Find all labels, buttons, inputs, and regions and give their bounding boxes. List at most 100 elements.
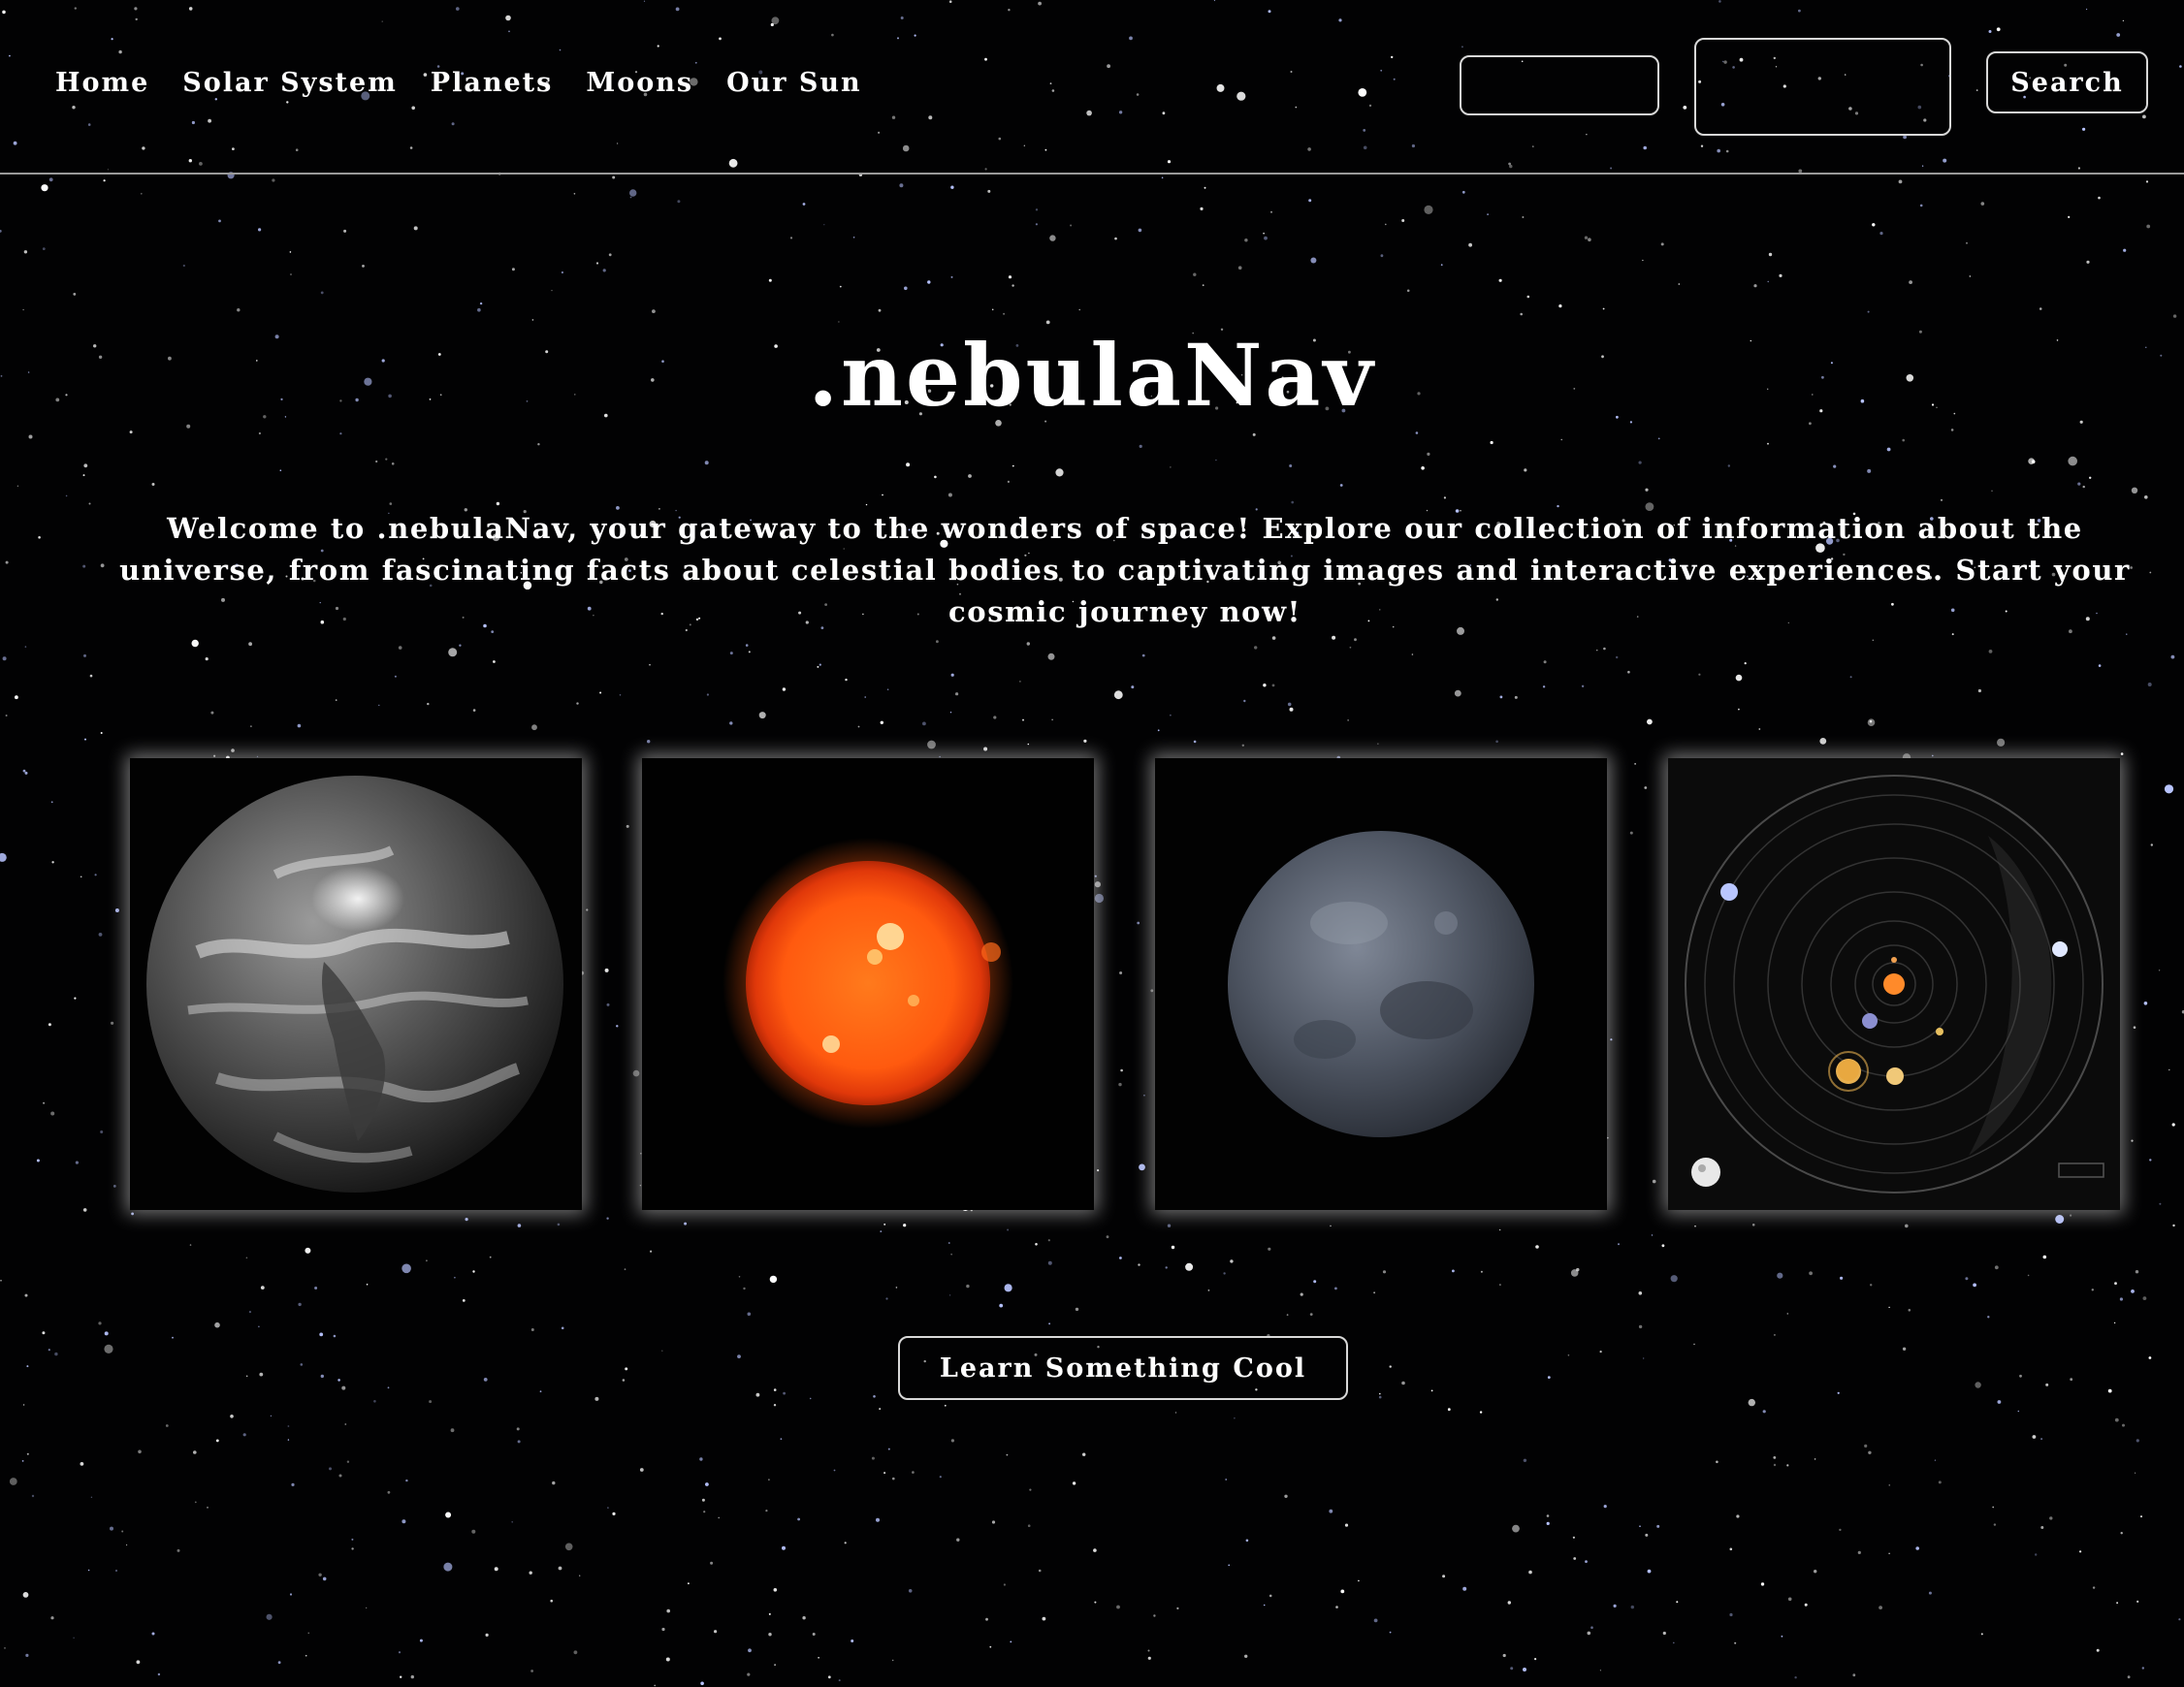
sun-image-card[interactable] (642, 758, 1094, 1210)
star (1833, 464, 1837, 468)
star (594, 1396, 599, 1401)
star (2045, 1383, 2049, 1386)
star (773, 1404, 777, 1407)
star (1234, 1417, 1236, 1419)
learn-something-cool-button[interactable]: Learn Something Cool (898, 1336, 1348, 1400)
star (927, 740, 936, 749)
star (987, 189, 991, 193)
star (738, 1276, 741, 1278)
star (1230, 1259, 1234, 1263)
star (1993, 1523, 1997, 1526)
nav-our-sun[interactable]: Our Sun (726, 68, 862, 98)
star (612, 175, 616, 179)
star (1106, 1235, 1109, 1239)
star (1758, 728, 1761, 730)
star (1872, 223, 1876, 227)
star (511, 1521, 513, 1523)
star (290, 273, 292, 275)
star (558, 1566, 562, 1571)
star (1291, 500, 1294, 504)
star (1627, 670, 1630, 674)
nav-planets[interactable]: Planets (431, 68, 554, 98)
star (885, 1297, 888, 1300)
star (335, 699, 337, 701)
star (1093, 1548, 1097, 1552)
star (1382, 1270, 1387, 1274)
star (1245, 1539, 1249, 1543)
star (1670, 1275, 1678, 1283)
star (852, 237, 855, 239)
star (426, 1259, 428, 1262)
star (2055, 1215, 2065, 1224)
star (375, 460, 378, 463)
star (213, 754, 216, 757)
star (1656, 1524, 1660, 1528)
star (1647, 718, 1653, 725)
star (90, 1496, 93, 1499)
star (665, 1657, 670, 1662)
nav-home[interactable]: Home (55, 68, 149, 98)
star (714, 1630, 718, 1634)
star (1736, 1514, 1740, 1518)
nav-solar-system[interactable]: Solar System (182, 68, 398, 98)
star (214, 1321, 220, 1328)
star (230, 1415, 234, 1418)
star (1443, 496, 1446, 499)
star (529, 1571, 532, 1575)
search-button[interactable]: Search (1986, 51, 2148, 113)
nav-moons[interactable]: Moons (586, 68, 693, 98)
earth-image-card[interactable] (130, 758, 582, 1210)
star (1573, 1557, 1577, 1560)
star (1300, 1292, 1303, 1296)
star (1289, 707, 1294, 712)
star (329, 1467, 332, 1471)
star (387, 1490, 391, 1494)
star (1378, 1395, 1382, 1399)
star (2070, 1378, 2073, 1382)
star (903, 1224, 907, 1227)
star (1228, 1564, 1230, 1567)
star (1879, 232, 1883, 236)
page-title: .nebulaNav (808, 325, 1376, 426)
star (1751, 1224, 1755, 1226)
star (339, 432, 342, 435)
star (333, 1334, 337, 1338)
star (985, 1617, 988, 1621)
star (2159, 1202, 2162, 1205)
star (1200, 207, 1204, 210)
star (322, 1576, 327, 1581)
star (1153, 1614, 1156, 1617)
star (511, 268, 515, 271)
star (1171, 1245, 1175, 1250)
star (82, 474, 85, 477)
star (876, 1517, 880, 1522)
star (100, 732, 103, 734)
star (1773, 1463, 1777, 1467)
solar-system-image-card[interactable] (1668, 758, 2120, 1210)
star (287, 1425, 290, 1427)
star (773, 1388, 777, 1391)
star (552, 1480, 556, 1485)
search-filter-input[interactable] (1694, 38, 1951, 136)
star (400, 1675, 402, 1678)
search-input[interactable] (1460, 55, 1659, 115)
star (172, 1336, 174, 1339)
star (48, 177, 53, 182)
star (1768, 252, 1773, 257)
star (1202, 284, 1204, 287)
star (1969, 275, 1972, 277)
moon-image-card[interactable] (1155, 758, 1607, 1210)
star (1468, 242, 1472, 247)
star (189, 1244, 192, 1246)
star (1035, 208, 1039, 211)
star (2049, 1516, 2053, 1520)
star (949, 712, 952, 714)
star (207, 1507, 209, 1509)
star (1886, 447, 1891, 452)
star (1535, 1245, 1539, 1249)
star (94, 874, 97, 876)
star (1734, 1641, 1737, 1644)
star (1022, 718, 1024, 721)
star (747, 1672, 751, 1676)
star (104, 1331, 109, 1336)
